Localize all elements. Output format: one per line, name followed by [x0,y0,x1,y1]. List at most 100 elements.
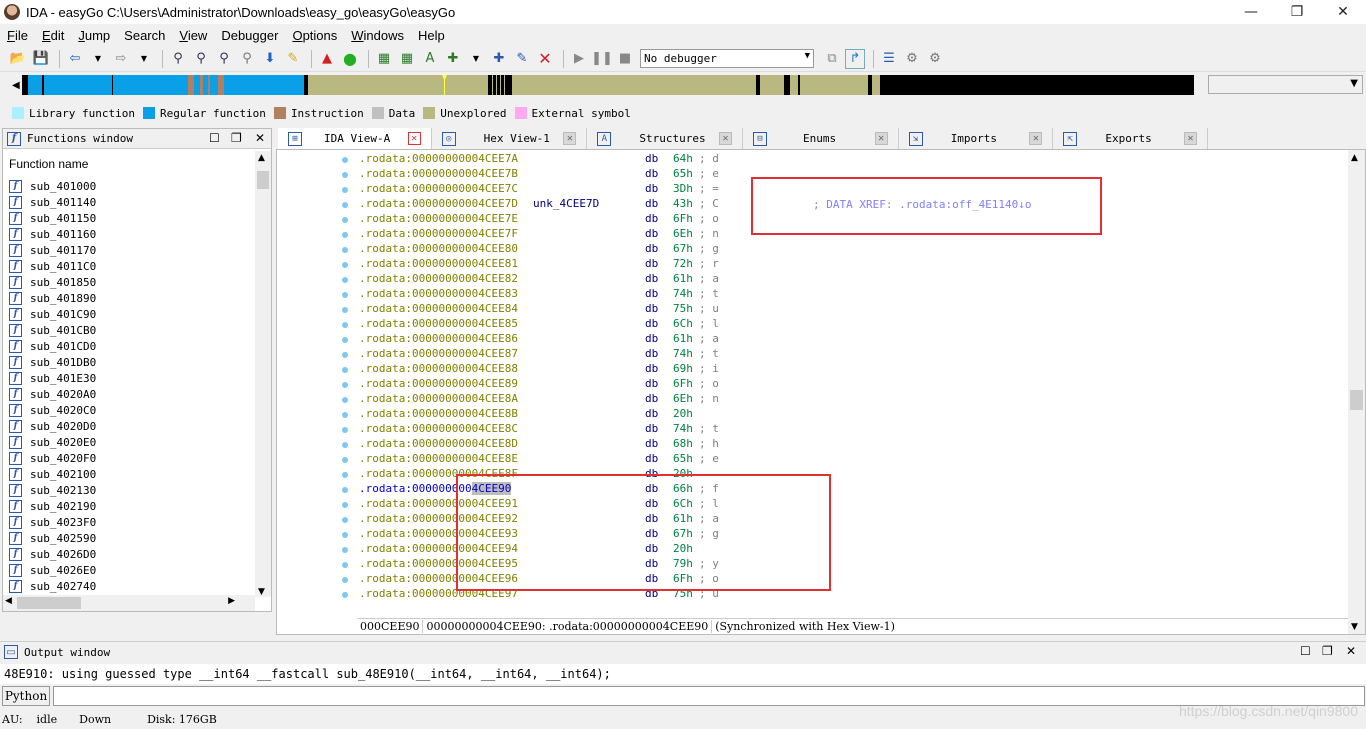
function-list-item[interactable]: f sub_401DB0 [9,354,257,370]
ida-vertical-scrollbar[interactable]: ▲ ▼ [1348,150,1365,634]
tab-ida-view-a[interactable]: ⊞ IDA View-A ✕ [278,128,432,149]
breakpoint-dot[interactable] [342,397,348,403]
float-pane-icon[interactable]: ❐ [231,131,242,145]
delete-icon[interactable]: ✕ [535,49,555,69]
function-list-item[interactable]: f sub_401850 [9,274,257,290]
jump-down-icon[interactable]: ⬇ [260,49,280,69]
tab-imports[interactable]: ⇲ Imports ✕ [899,128,1054,149]
tab-hex-view-1[interactable]: ◎ Hex View-1 ✕ [432,128,588,149]
close-pane-icon[interactable]: ✕ [255,131,265,145]
function-list-item[interactable]: f sub_4020A0 [9,386,257,402]
function-list-item[interactable]: f sub_401160 [9,226,257,242]
make-code-icon[interactable]: ▦ [374,49,394,69]
scroll-down-icon[interactable]: ▼ [1351,622,1358,632]
breakpoint-dot[interactable] [342,592,348,598]
menu-jump[interactable]: Jump [71,28,117,43]
restore-pane-icon[interactable]: ☐ [209,131,220,145]
breakpoint-dot[interactable] [342,457,348,463]
function-list-item[interactable]: f sub_401170 [9,242,257,258]
breakpoint-dot[interactable] [342,532,348,538]
function-list-item[interactable]: f sub_4023F0 [9,514,257,530]
attach-process-icon[interactable]: ⧉ [822,49,842,69]
close-button[interactable]: ✕ [1320,0,1366,24]
function-list-item[interactable]: f sub_401CD0 [9,338,257,354]
menu-edit[interactable]: Edit [35,28,71,43]
float-pane-icon[interactable]: ❐ [1322,644,1333,658]
function-list-item[interactable]: f sub_4020C0 [9,402,257,418]
tab-close-icon[interactable]: ✕ [1029,132,1043,145]
tab-close-icon[interactable]: ✕ [874,132,888,145]
breakpoint-dot[interactable] [342,502,348,508]
scroll-up-icon[interactable]: ▲ [1351,153,1358,163]
maximize-button[interactable]: ❐ [1274,0,1320,24]
scroll-down-icon[interactable]: ▼ [258,587,265,597]
breakpoint-dot[interactable] [342,367,348,373]
scroll-thumb[interactable] [1350,390,1363,410]
tab-close-icon[interactable]: ✕ [563,132,577,145]
function-list-item[interactable]: f sub_4020F0 [9,450,257,466]
breakpoint-dot[interactable] [342,352,348,358]
breakpoint-dot[interactable] [342,547,348,553]
navband-left-arrow-icon[interactable]: ◀ [12,80,20,91]
function-list-item[interactable]: f sub_4026E0 [9,562,257,578]
scroll-left-icon[interactable]: ◀ [5,596,12,606]
function-list-item[interactable]: f sub_4020D0 [9,418,257,434]
edit-function-icon[interactable]: ✎ [512,49,532,69]
breakpoint-dot[interactable] [342,412,348,418]
flashlight-icon[interactable]: ✎ [283,49,303,69]
make-ascii-icon[interactable]: A [420,49,440,69]
save-icon[interactable]: 💾 [31,49,51,69]
back-arrow-icon[interactable]: ⇦ [65,49,85,69]
function-list-item[interactable]: f sub_401000 [9,178,257,194]
binoculars-binary-icon[interactable]: ⚲ [191,49,211,69]
breakpoint-dot[interactable] [342,487,348,493]
breakpoint-dot[interactable] [342,232,348,238]
breakpoint-dot[interactable] [342,217,348,223]
breakpoint-dot[interactable] [342,577,348,583]
tab-close-icon[interactable]: ✕ [407,132,421,145]
breakpoint-dot[interactable] [342,307,348,313]
breakpoint-dot[interactable] [342,562,348,568]
functions-horizontal-scrollbar[interactable]: ◀ ▶ [3,595,255,611]
tab-enums[interactable]: ⊟ Enums ✕ [743,128,899,149]
function-list-item[interactable]: f sub_401150 [9,210,257,226]
command-input[interactable] [53,686,1365,706]
tab-structures[interactable]: A Structures ✕ [587,128,744,149]
clear-trace-icon[interactable]: ⚙ [925,49,945,69]
close-pane-icon[interactable]: ✕ [1346,644,1356,658]
function-list-item[interactable]: f sub_402190 [9,498,257,514]
function-list-item[interactable]: f sub_4011C0 [9,258,257,274]
menu-windows[interactable]: Windows [344,28,411,43]
warning-triangle-icon[interactable]: ▲ [317,49,337,69]
back-dropdown-icon[interactable]: ▼ [88,49,108,69]
breakpoint-dot[interactable] [342,172,348,178]
find-next-icon[interactable]: ⚲ [237,49,257,69]
debugger-select[interactable]: No debugger ▼ [640,49,814,68]
breakpoint-dot[interactable] [342,322,348,328]
tracing-icon[interactable]: ⚙ [902,49,922,69]
navigation-strip[interactable] [22,75,1194,95]
menu-debugger[interactable]: Debugger [214,28,285,43]
function-list-item[interactable]: f sub_402130 [9,482,257,498]
function-list-item[interactable]: f sub_402740 [9,578,257,594]
function-list-item[interactable]: f sub_401CB0 [9,322,257,338]
scroll-thumb[interactable] [17,597,81,609]
forward-dropdown-icon[interactable]: ▼ [134,49,154,69]
breakpoint-dot[interactable] [342,277,348,283]
restore-pane-icon[interactable]: ☐ [1300,644,1311,658]
add-dropdown-icon[interactable]: ▼ [466,49,486,69]
play-icon[interactable]: ▶ [569,49,589,69]
step-into-icon[interactable]: ↱ [845,48,865,69]
python-language-button[interactable]: Python [2,686,50,706]
make-array-icon[interactable]: ✚ [443,49,463,69]
function-list-item[interactable]: f sub_401E30 [9,370,257,386]
breakpoint-dot[interactable] [342,337,348,343]
segment-dropdown[interactable]: ▼ [1208,75,1363,94]
function-list-item[interactable]: f sub_402100 [9,466,257,482]
breakpoint-dot[interactable] [342,262,348,268]
function-list-item[interactable]: f sub_401140 [9,194,257,210]
breakpoint-dot[interactable] [342,292,348,298]
scroll-thumb[interactable] [257,171,269,189]
breakpoint-dot[interactable] [342,427,348,433]
stop-icon[interactable]: ■ [615,49,635,69]
